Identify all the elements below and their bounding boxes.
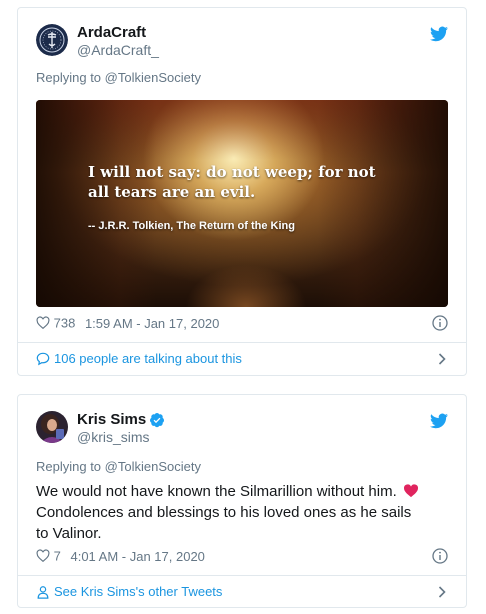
info-icon[interactable] bbox=[432, 315, 448, 331]
timestamp[interactable]: 1:59 AM - Jan 17, 2020 bbox=[85, 316, 219, 331]
replying-prefix: Replying to bbox=[36, 70, 105, 85]
display-name[interactable]: ArdaCraft bbox=[77, 24, 146, 42]
divider bbox=[18, 342, 466, 343]
conversation-link[interactable]: 106 people are talking about this bbox=[36, 351, 242, 367]
replying-to-line: Replying to @TolkienSociety bbox=[36, 459, 201, 475]
mention-link[interactable]: @TolkienSociety bbox=[105, 459, 201, 474]
tweet-author[interactable]: Kris Sims @kris_sims bbox=[77, 411, 165, 446]
tweet-meta: 7 4:01 AM - Jan 17, 2020 bbox=[36, 548, 205, 565]
avatar[interactable] bbox=[36, 411, 68, 443]
chevron-right-icon[interactable] bbox=[438, 353, 446, 365]
tweet-text: We would not have known the Silmarillion… bbox=[36, 481, 426, 544]
chevron-right-icon[interactable] bbox=[438, 586, 446, 598]
tweet-card-ardacraft[interactable]: ArdaCraft @ArdaCraft_ Replying to @Tolki… bbox=[17, 7, 467, 376]
other-tweets-link[interactable]: See Kris Sims's other Tweets bbox=[36, 584, 222, 600]
replying-prefix: Replying to bbox=[36, 459, 105, 474]
tweet-header: Kris Sims @kris_sims bbox=[36, 411, 448, 451]
info-icon[interactable] bbox=[432, 548, 448, 564]
mention-link[interactable]: @TolkienSociety bbox=[105, 70, 201, 85]
tweet-text-line-2: Condolences and blessings to his loved o… bbox=[36, 504, 412, 542]
tweet-header: ArdaCraft @ArdaCraft_ bbox=[36, 24, 448, 64]
like-count[interactable]: 7 bbox=[54, 549, 61, 564]
replying-to-line: Replying to @TolkienSociety bbox=[36, 70, 201, 86]
tweet-card-kris-sims[interactable]: Kris Sims @kris_sims Replying to @Tolkie… bbox=[17, 394, 467, 608]
red-heart-emoji-icon bbox=[403, 484, 418, 498]
tweet-image[interactable]: I will not say: do not weep; for not all… bbox=[36, 100, 448, 307]
heart-outline-icon[interactable] bbox=[36, 549, 50, 562]
other-tweets-link-label[interactable]: See Kris Sims's other Tweets bbox=[54, 584, 222, 599]
image-quote-attribution: -- J.R.R. Tolkien, The Return of the Kin… bbox=[88, 220, 295, 232]
speech-bubble-icon bbox=[36, 352, 50, 366]
forest-trees-right bbox=[318, 100, 448, 307]
display-name[interactable]: Kris Sims bbox=[77, 411, 146, 429]
avatar[interactable] bbox=[36, 24, 68, 56]
divider bbox=[18, 575, 466, 576]
timestamp[interactable]: 4:01 AM - Jan 17, 2020 bbox=[70, 549, 204, 564]
like-count[interactable]: 738 bbox=[54, 316, 76, 331]
arda-emblem-avatar-icon bbox=[36, 24, 68, 56]
verified-badge-icon bbox=[150, 413, 165, 428]
conversation-link-label[interactable]: 106 people are talking about this bbox=[54, 351, 242, 366]
twitter-bird-icon[interactable] bbox=[430, 413, 448, 429]
user-handle[interactable]: @ArdaCraft_ bbox=[77, 42, 159, 59]
heart-outline-icon[interactable] bbox=[36, 316, 50, 329]
user-photo-avatar-icon bbox=[36, 411, 68, 443]
image-quote-text: I will not say: do not weep; for not all… bbox=[88, 163, 376, 201]
forest-trees-left bbox=[36, 100, 156, 307]
tweet-author[interactable]: ArdaCraft @ArdaCraft_ bbox=[77, 24, 159, 59]
twitter-bird-icon[interactable] bbox=[430, 26, 448, 42]
tweet-text-line-1: We would not have known the Silmarillion… bbox=[36, 483, 397, 500]
forest-path bbox=[186, 237, 306, 307]
person-icon bbox=[37, 586, 49, 599]
tweet-meta: 738 1:59 AM - Jan 17, 2020 bbox=[36, 315, 219, 332]
user-handle[interactable]: @kris_sims bbox=[77, 429, 165, 446]
